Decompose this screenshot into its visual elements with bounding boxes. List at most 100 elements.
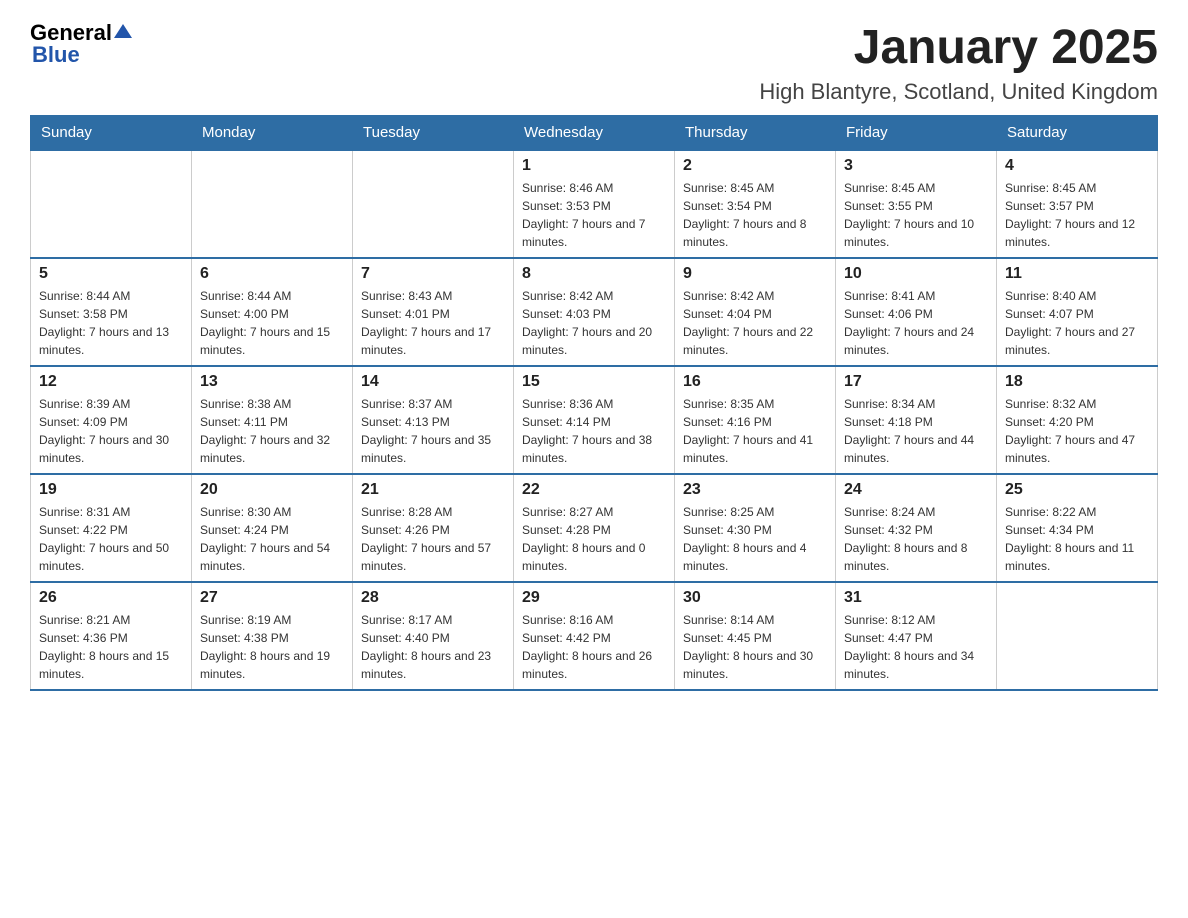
calendar-cell: 14 Sunrise: 8:37 AMSunset: 4:13 PMDayligh… xyxy=(353,366,514,474)
calendar-cell: 29Sunrise: 8:16 AMSunset: 4:42 PMDayligh… xyxy=(514,582,675,690)
calendar-cell: 3 Sunrise: 8:45 AMSunset: 3:55 PMDaylight… xyxy=(836,150,997,258)
weekday-header-monday: Monday xyxy=(192,116,353,151)
day-number: 3 xyxy=(844,157,988,175)
day-info: Sunrise: 8:45 AMSunset: 3:57 PMDaylight:… xyxy=(1005,179,1149,251)
day-number: 17 xyxy=(844,373,988,391)
calendar-cell: 19 Sunrise: 8:31 AMSunset: 4:22 PMDayligh… xyxy=(31,474,192,582)
day-number: 10 xyxy=(844,265,988,283)
day-info: Sunrise: 8:22 AMSunset: 4:34 PMDaylight:… xyxy=(1005,503,1149,575)
calendar-cell: 20 Sunrise: 8:30 AMSunset: 4:24 PMDayligh… xyxy=(192,474,353,582)
calendar-cell: 17 Sunrise: 8:34 AMSunset: 4:18 PMDayligh… xyxy=(836,366,997,474)
day-number: 2 xyxy=(683,157,827,175)
calendar-cell: 23 Sunrise: 8:25 AMSunset: 4:30 PMDayligh… xyxy=(675,474,836,582)
weekday-header-row: SundayMondayTuesdayWednesdayThursdayFrid… xyxy=(31,116,1158,151)
week-row-5: 26 Sunrise: 8:21 AMSunset: 4:36 PMDayligh… xyxy=(31,582,1158,690)
day-number: 9 xyxy=(683,265,827,283)
day-number: 26 xyxy=(39,589,183,607)
calendar-cell: 5Sunrise: 8:44 AMSunset: 3:58 PMDaylight… xyxy=(31,258,192,366)
day-info: Sunrise: 8:30 AMSunset: 4:24 PMDaylight:… xyxy=(200,503,344,575)
day-info: Sunrise: 8:17 AMSunset: 4:40 PMDaylight:… xyxy=(361,611,505,683)
day-info: Sunrise: 8:32 AMSunset: 4:20 PMDaylight:… xyxy=(1005,395,1149,467)
day-info: Sunrise: 8:42 AMSunset: 4:04 PMDaylight:… xyxy=(683,287,827,359)
calendar-cell: 21 Sunrise: 8:28 AMSunset: 4:26 PMDayligh… xyxy=(353,474,514,582)
day-info: Sunrise: 8:44 AMSunset: 4:00 PMDaylight:… xyxy=(200,287,344,359)
day-number: 8 xyxy=(522,265,666,283)
day-number: 15 xyxy=(522,373,666,391)
weekday-header-thursday: Thursday xyxy=(675,116,836,151)
day-number: 20 xyxy=(200,481,344,499)
calendar-cell: 8Sunrise: 8:42 AMSunset: 4:03 PMDaylight… xyxy=(514,258,675,366)
calendar-cell: 12 Sunrise: 8:39 AMSunset: 4:09 PMDayligh… xyxy=(31,366,192,474)
day-info: Sunrise: 8:46 AMSunset: 3:53 PMDaylight:… xyxy=(522,179,666,251)
day-info: Sunrise: 8:43 AMSunset: 4:01 PMDaylight:… xyxy=(361,287,505,359)
day-number: 16 xyxy=(683,373,827,391)
calendar-cell: 25 Sunrise: 8:22 AMSunset: 4:34 PMDayligh… xyxy=(997,474,1158,582)
week-row-2: 5Sunrise: 8:44 AMSunset: 3:58 PMDaylight… xyxy=(31,258,1158,366)
calendar-table: SundayMondayTuesdayWednesdayThursdayFrid… xyxy=(30,115,1158,691)
calendar-cell: 22 Sunrise: 8:27 AMSunset: 4:28 PMDayligh… xyxy=(514,474,675,582)
calendar-cell: 24 Sunrise: 8:24 AMSunset: 4:32 PMDayligh… xyxy=(836,474,997,582)
day-number: 30 xyxy=(683,589,827,607)
logo-blue-text: Blue xyxy=(32,42,80,68)
day-number: 25 xyxy=(1005,481,1149,499)
day-number: 18 xyxy=(1005,373,1149,391)
day-info: Sunrise: 8:37 AMSunset: 4:13 PMDaylight:… xyxy=(361,395,505,467)
calendar-cell: 6Sunrise: 8:44 AMSunset: 4:00 PMDaylight… xyxy=(192,258,353,366)
day-info: Sunrise: 8:36 AMSunset: 4:14 PMDaylight:… xyxy=(522,395,666,467)
day-number: 28 xyxy=(361,589,505,607)
day-number: 31 xyxy=(844,589,988,607)
weekday-header-saturday: Saturday xyxy=(997,116,1158,151)
day-info: Sunrise: 8:12 AMSunset: 4:47 PMDaylight:… xyxy=(844,611,988,683)
calendar-cell: 28 Sunrise: 8:17 AMSunset: 4:40 PMDayligh… xyxy=(353,582,514,690)
day-number: 21 xyxy=(361,481,505,499)
calendar-cell: 31 Sunrise: 8:12 AMSunset: 4:47 PMDayligh… xyxy=(836,582,997,690)
weekday-header-tuesday: Tuesday xyxy=(353,116,514,151)
calendar-subtitle: High Blantyre, Scotland, United Kingdom xyxy=(759,79,1158,105)
weekday-header-wednesday: Wednesday xyxy=(514,116,675,151)
calendar-cell: 27Sunrise: 8:19 AMSunset: 4:38 PMDayligh… xyxy=(192,582,353,690)
day-info: Sunrise: 8:34 AMSunset: 4:18 PMDaylight:… xyxy=(844,395,988,467)
day-number: 24 xyxy=(844,481,988,499)
calendar-cell: 2Sunrise: 8:45 AMSunset: 3:54 PMDaylight… xyxy=(675,150,836,258)
day-info: Sunrise: 8:45 AMSunset: 3:55 PMDaylight:… xyxy=(844,179,988,251)
calendar-cell: 9 Sunrise: 8:42 AMSunset: 4:04 PMDaylight… xyxy=(675,258,836,366)
day-info: Sunrise: 8:39 AMSunset: 4:09 PMDaylight:… xyxy=(39,395,183,467)
calendar-cell: 18 Sunrise: 8:32 AMSunset: 4:20 PMDayligh… xyxy=(997,366,1158,474)
weekday-header-friday: Friday xyxy=(836,116,997,151)
weekday-header-sunday: Sunday xyxy=(31,116,192,151)
day-info: Sunrise: 8:21 AMSunset: 4:36 PMDaylight:… xyxy=(39,611,183,683)
calendar-cell: 13Sunrise: 8:38 AMSunset: 4:11 PMDayligh… xyxy=(192,366,353,474)
day-info: Sunrise: 8:44 AMSunset: 3:58 PMDaylight:… xyxy=(39,287,183,359)
day-info: Sunrise: 8:31 AMSunset: 4:22 PMDaylight:… xyxy=(39,503,183,575)
calendar-title: January 2025 xyxy=(759,20,1158,75)
calendar-cell: 16 Sunrise: 8:35 AMSunset: 4:16 PMDayligh… xyxy=(675,366,836,474)
day-info: Sunrise: 8:24 AMSunset: 4:32 PMDaylight:… xyxy=(844,503,988,575)
day-info: Sunrise: 8:28 AMSunset: 4:26 PMDaylight:… xyxy=(361,503,505,575)
logo: General Blue xyxy=(30,20,132,68)
calendar-cell xyxy=(353,150,514,258)
day-info: Sunrise: 8:14 AMSunset: 4:45 PMDaylight:… xyxy=(683,611,827,683)
day-number: 22 xyxy=(522,481,666,499)
day-info: Sunrise: 8:25 AMSunset: 4:30 PMDaylight:… xyxy=(683,503,827,575)
day-info: Sunrise: 8:27 AMSunset: 4:28 PMDaylight:… xyxy=(522,503,666,575)
day-info: Sunrise: 8:19 AMSunset: 4:38 PMDaylight:… xyxy=(200,611,344,683)
day-number: 4 xyxy=(1005,157,1149,175)
calendar-cell xyxy=(31,150,192,258)
day-number: 7 xyxy=(361,265,505,283)
day-info: Sunrise: 8:40 AMSunset: 4:07 PMDaylight:… xyxy=(1005,287,1149,359)
logo-triangle-icon xyxy=(114,22,132,40)
day-number: 14 xyxy=(361,373,505,391)
day-number: 12 xyxy=(39,373,183,391)
day-info: Sunrise: 8:38 AMSunset: 4:11 PMDaylight:… xyxy=(200,395,344,467)
day-info: Sunrise: 8:35 AMSunset: 4:16 PMDaylight:… xyxy=(683,395,827,467)
calendar-cell: 15 Sunrise: 8:36 AMSunset: 4:14 PMDayligh… xyxy=(514,366,675,474)
calendar-cell xyxy=(997,582,1158,690)
calendar-cell: 26 Sunrise: 8:21 AMSunset: 4:36 PMDayligh… xyxy=(31,582,192,690)
day-number: 1 xyxy=(522,157,666,175)
week-row-3: 12 Sunrise: 8:39 AMSunset: 4:09 PMDayligh… xyxy=(31,366,1158,474)
title-area: January 2025 High Blantyre, Scotland, Un… xyxy=(759,20,1158,105)
day-number: 23 xyxy=(683,481,827,499)
day-number: 19 xyxy=(39,481,183,499)
day-number: 29 xyxy=(522,589,666,607)
calendar-cell: 1 Sunrise: 8:46 AMSunset: 3:53 PMDaylight… xyxy=(514,150,675,258)
